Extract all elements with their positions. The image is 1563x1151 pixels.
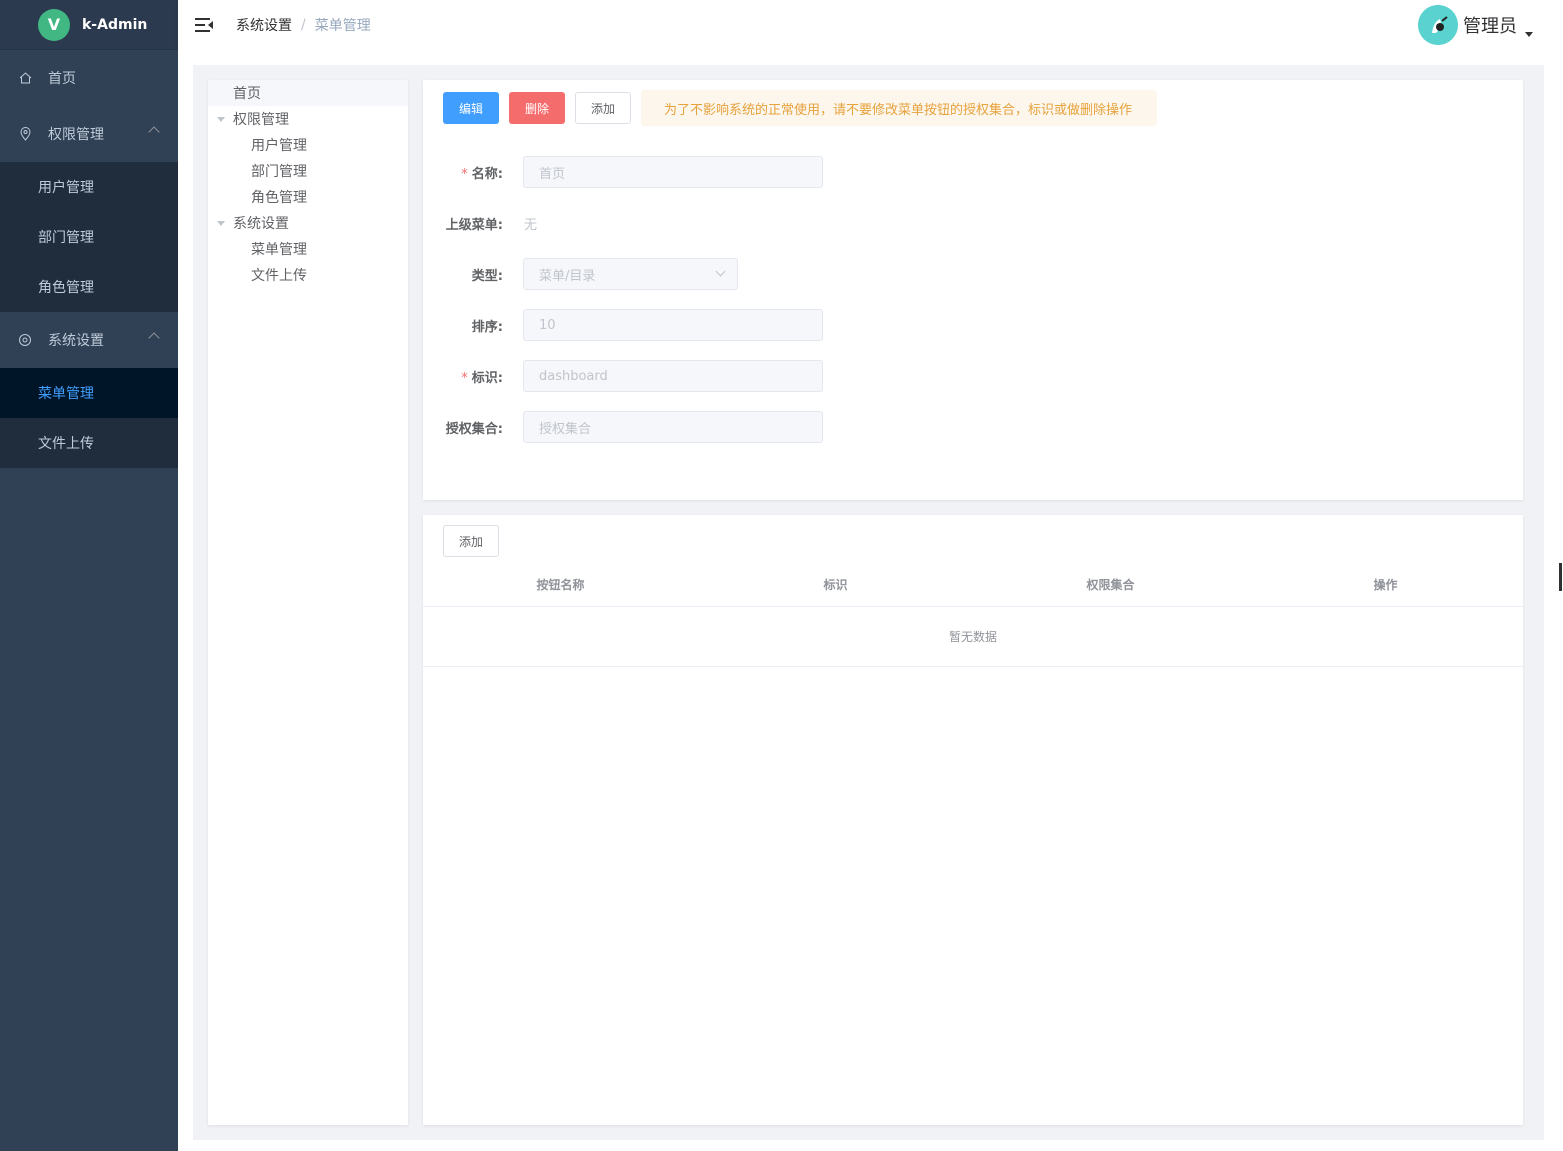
system-submenu: 菜单管理 文件上传 [0, 368, 178, 468]
delete-button[interactable]: 删除 [509, 92, 565, 124]
form-row-order: 排序: 10 [423, 309, 823, 341]
tree-node-label: 用户管理 [251, 138, 307, 154]
type-select[interactable]: 菜单/目录 [523, 258, 738, 290]
parent-value: 无 [524, 217, 538, 233]
sidebar: V k-Admin 首页 权限管理 用户管理 部门管理 角色管理 系统设置 菜单… [0, 0, 178, 1151]
tree-node-label: 部门管理 [251, 164, 307, 180]
sidebar-item-label: 权限管理 [48, 127, 104, 143]
tree-node[interactable]: 权限管理 [208, 106, 408, 132]
tree-list: 首页权限管理用户管理部门管理角色管理系统设置菜单管理文件上传 [208, 80, 408, 288]
chevron-down-icon [715, 266, 726, 277]
tree-node-label: 系统设置 [233, 216, 289, 232]
caret-down-icon[interactable] [1525, 31, 1533, 37]
tree-node[interactable]: 部门管理 [208, 158, 408, 184]
name-input[interactable]: 首页 [523, 156, 823, 188]
menu-tree: 首页权限管理用户管理部门管理角色管理系统设置菜单管理文件上传 [208, 80, 408, 1125]
sidebar-item-file-upload[interactable]: 文件上传 [0, 418, 178, 468]
content-area: 首页 权限管理 用户管理 部门管理 角色管理 系统设置 菜单管理 文件上传 编辑 删除 添加 … [193, 65, 1544, 1140]
tree-node-label: 菜单管理 [251, 242, 307, 258]
sidebar-item-menu-management[interactable]: 菜单管理 [0, 368, 178, 418]
home-icon [18, 71, 32, 85]
type-label: 类型: [471, 268, 503, 284]
chevron-up-icon [148, 126, 160, 138]
sidebar-item-users[interactable]: 用户管理 [0, 162, 178, 212]
order-input[interactable]: 10 [523, 309, 823, 341]
tree-node[interactable]: 系统设置 [208, 210, 408, 236]
caret-down-icon[interactable] [217, 220, 225, 226]
avatar[interactable] [1418, 5, 1458, 45]
hamburger-menu-icon[interactable] [195, 18, 213, 32]
add-menu-button[interactable]: 添加 [575, 92, 631, 124]
warning-alert: 为了不影响系统的正常使用，请不要修改菜单按钮的授权集合，标识或做删除操作 [641, 90, 1157, 126]
menu-form-card: 编辑 删除 添加 为了不影响系统的正常使用，请不要修改菜单按钮的授权集合，标识或… [423, 80, 1523, 500]
app-main: 首页 权限管理 用户管理 部门管理 角色管理 系统设置 菜单管理 文件上传 编辑 删除 添加 … [178, 50, 1551, 1151]
type-select-value: 菜单/目录 [539, 268, 596, 284]
name-label: * 名称: [461, 166, 503, 182]
page-scrollbar[interactable] [1551, 0, 1563, 1151]
user-name[interactable]: 管理员 [1463, 12, 1517, 38]
form-row-type: 类型: 菜单/目录 [423, 258, 823, 290]
parent-label: 上级菜单: [445, 217, 503, 233]
button-table-card: 添加 按钮名称 标识 权限集合 操作 暂无数据 [423, 515, 1523, 1125]
breadcrumb: 系统设置 / 菜单管理 [236, 15, 371, 35]
column-key: 标识 [823, 578, 848, 592]
permission-submenu: 用户管理 部门管理 角色管理 [0, 162, 178, 312]
column-actions: 操作 [1373, 578, 1398, 592]
tree-node-label: 权限管理 [233, 112, 289, 128]
caret-down-icon[interactable] [217, 116, 225, 122]
gear-icon [18, 333, 32, 347]
form-row-perms: 授权集合: 授权集合 [423, 411, 823, 443]
user-dropdown[interactable]: 管理员 [1418, 5, 1533, 45]
table-empty-text: 暂无数据 [423, 607, 1523, 667]
breadcrumb-separator: / [301, 17, 306, 33]
sidebar-item-system[interactable]: 系统设置 [0, 312, 178, 368]
perms-input[interactable]: 授权集合 [523, 411, 823, 443]
scrollbar-thumb[interactable] [1559, 563, 1562, 591]
edit-button[interactable]: 编辑 [443, 92, 499, 124]
sidebar-item-permission[interactable]: 权限管理 [0, 106, 178, 162]
order-label: 排序: [471, 319, 503, 335]
vue-logo-icon: V [38, 8, 70, 41]
chevron-up-icon [148, 332, 160, 344]
key-input[interactable]: dashboard [523, 360, 823, 392]
form-row-parent: 上级菜单: 无 [423, 207, 823, 239]
tree-node-label: 角色管理 [251, 190, 307, 206]
sidebar-item-departments[interactable]: 部门管理 [0, 212, 178, 262]
sidebar-item-label: 系统设置 [48, 333, 104, 349]
tree-node-label: 首页 [233, 86, 261, 102]
sidebar-item-label: 首页 [48, 71, 76, 87]
table-header: 按钮名称 标识 权限集合 操作 [423, 575, 1523, 607]
form-row-name: * 名称: 首页 [423, 156, 823, 188]
location-pin-icon [18, 127, 32, 141]
breadcrumb-item[interactable]: 系统设置 [236, 15, 292, 35]
column-perms: 权限集合 [1086, 578, 1135, 592]
top-navbar: 系统设置 / 菜单管理 管理员 [178, 0, 1563, 50]
column-button-name: 按钮名称 [536, 578, 585, 592]
breadcrumb-current: 菜单管理 [314, 18, 371, 34]
form-row-key: * 标识: dashboard [423, 360, 823, 392]
perms-label: 授权集合: [445, 421, 503, 437]
tree-node[interactable]: 文件上传 [208, 262, 408, 288]
tree-node[interactable]: 用户管理 [208, 132, 408, 158]
tree-node[interactable]: 菜单管理 [208, 236, 408, 262]
logo[interactable]: V k-Admin [0, 0, 178, 50]
tree-node[interactable]: 首页 [208, 80, 408, 106]
key-label: * 标识: [461, 370, 503, 386]
sidebar-item-home[interactable]: 首页 [0, 50, 178, 106]
app-title: k-Admin [82, 16, 148, 33]
add-button-button[interactable]: 添加 [443, 525, 499, 557]
tree-node[interactable]: 角色管理 [208, 184, 408, 210]
tree-node-label: 文件上传 [251, 268, 307, 284]
sidebar-item-roles[interactable]: 角色管理 [0, 262, 178, 312]
